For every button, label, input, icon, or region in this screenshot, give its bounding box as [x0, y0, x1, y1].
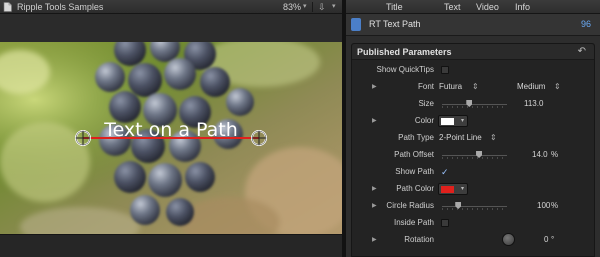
path-offset-value[interactable]: 14.0 [532, 150, 548, 160]
path-end-handle[interactable] [251, 130, 267, 146]
font-weight-select[interactable]: Medium [517, 82, 545, 92]
show-path-checkbox[interactable]: ✓ [441, 168, 449, 177]
show-quicktips-checkbox[interactable] [441, 66, 449, 74]
tab-title[interactable]: Title [386, 1, 403, 13]
updown-icon[interactable]: ⇕ [490, 133, 497, 143]
inspector-panel: Title Text Video Info RT Text Path 96 Pu… [346, 0, 600, 257]
path-type-select[interactable]: 2-Point Line [439, 133, 482, 143]
circle-radius-slider-track[interactable] [442, 206, 507, 207]
canvas-path-text[interactable]: Text on a Path [103, 119, 238, 141]
path-offset-slider-ticks [442, 157, 507, 159]
dropdown-icon: ▾ [460, 118, 464, 124]
expand-icon[interactable]: ▶ [372, 184, 377, 194]
tab-text[interactable]: Text [444, 1, 461, 13]
rotation-dial[interactable] [502, 233, 515, 246]
inspector-tabs: Title Text Video Info [346, 0, 600, 14]
rotation-unit: ° [551, 235, 555, 244]
param-label: Inside Path [393, 218, 434, 227]
param-label: Path Offset [394, 150, 434, 159]
viewer-title: Ripple Tools Samples [17, 2, 104, 12]
clip-header: RT Text Path 96 [346, 14, 600, 36]
text-color-well[interactable]: ▾ [438, 115, 468, 127]
view-dropdown-icon[interactable]: ▾ [332, 1, 336, 13]
param-label: Path Type [398, 133, 434, 142]
param-size: Size 113.0 [352, 96, 594, 113]
param-inside-path: Inside Path [352, 215, 594, 232]
param-path-offset: Path Offset 14.0 % [352, 147, 594, 164]
path-color-well[interactable]: ▾ [438, 183, 468, 195]
size-slider-ticks [442, 106, 507, 108]
group-title: Published Parameters [357, 47, 452, 57]
dropdown-icon: ▾ [460, 186, 464, 192]
param-label: Show Path [395, 167, 434, 176]
param-color: ▶ Color ▾ [352, 113, 594, 130]
rotation-value[interactable]: 0 [544, 235, 548, 245]
expand-icon[interactable]: ▶ [372, 82, 377, 92]
param-label: Font [417, 82, 434, 91]
param-label: Size [418, 99, 434, 108]
updown-icon[interactable]: ⇕ [554, 82, 561, 92]
param-label: Circle Radius [386, 201, 434, 210]
grape-image: Text on a Path [0, 42, 342, 234]
circle-radius-unit: % [551, 201, 559, 210]
header-separator [312, 2, 313, 12]
reset-icon[interactable]: ↶ [578, 45, 586, 58]
clip-duration: 96 [580, 19, 591, 29]
param-circle-radius: ▶ Circle Radius 100 % [352, 198, 594, 215]
path-offset-slider-track[interactable] [442, 155, 507, 156]
viewer-panel: Ripple Tools Samples 83% ▾ ⇩ ▾ Text on a… [0, 0, 342, 257]
tab-info[interactable]: Info [515, 1, 530, 13]
param-show-path: Show Path ✓ [352, 164, 594, 181]
expand-icon[interactable]: ▶ [372, 235, 377, 245]
size-slider-track[interactable] [442, 104, 507, 105]
param-path-type: Path Type 2-Point Line ⇕ [352, 130, 594, 147]
param-label: Color [414, 116, 434, 125]
expand-icon[interactable]: ▶ [372, 116, 377, 126]
param-label: Show QuickTips [376, 65, 435, 74]
viewer-letterbox-top [0, 14, 342, 42]
group-header: Published Parameters ↶ [352, 44, 594, 60]
viewer-header: Ripple Tools Samples 83% ▾ ⇩ ▾ [0, 0, 342, 14]
expand-icon[interactable]: ▶ [372, 201, 377, 211]
published-parameters-group: Published Parameters ↶ Show QuickTips ▶ … [351, 43, 595, 257]
tab-video[interactable]: Video [476, 1, 499, 13]
updown-icon[interactable]: ⇕ [472, 82, 479, 92]
circle-radius-value[interactable]: 100 [537, 201, 550, 211]
view-switch-icon[interactable]: ⇩ [318, 1, 326, 13]
zoom-level[interactable]: 83% [283, 1, 301, 13]
circle-radius-slider-ticks [442, 208, 507, 210]
clip-name: RT Text Path [369, 19, 421, 29]
color-swatch [441, 118, 454, 125]
param-path-color: ▶ Path Color ▾ [352, 181, 594, 198]
viewer-letterbox-bottom [0, 234, 342, 257]
title-clip-icon [351, 18, 361, 31]
param-label: Path Color [396, 184, 434, 193]
param-show-quicktips: Show QuickTips [352, 62, 594, 79]
size-value[interactable]: 113.0 [524, 99, 543, 109]
path-offset-unit: % [551, 150, 559, 159]
zoom-dropdown-icon[interactable]: ▾ [303, 1, 307, 13]
viewer-canvas[interactable]: Text on a Path [0, 42, 342, 234]
path-start-handle[interactable] [75, 130, 91, 146]
document-icon [3, 2, 12, 12]
color-swatch [441, 186, 454, 193]
param-label: Rotation [404, 235, 434, 244]
param-rotation: ▶ Rotation 0 ° [352, 232, 594, 249]
inside-path-checkbox[interactable] [441, 219, 449, 227]
font-family-select[interactable]: Futura [439, 82, 462, 92]
param-font: ▶ Font Futura ⇕ Medium ⇕ [352, 79, 594, 96]
